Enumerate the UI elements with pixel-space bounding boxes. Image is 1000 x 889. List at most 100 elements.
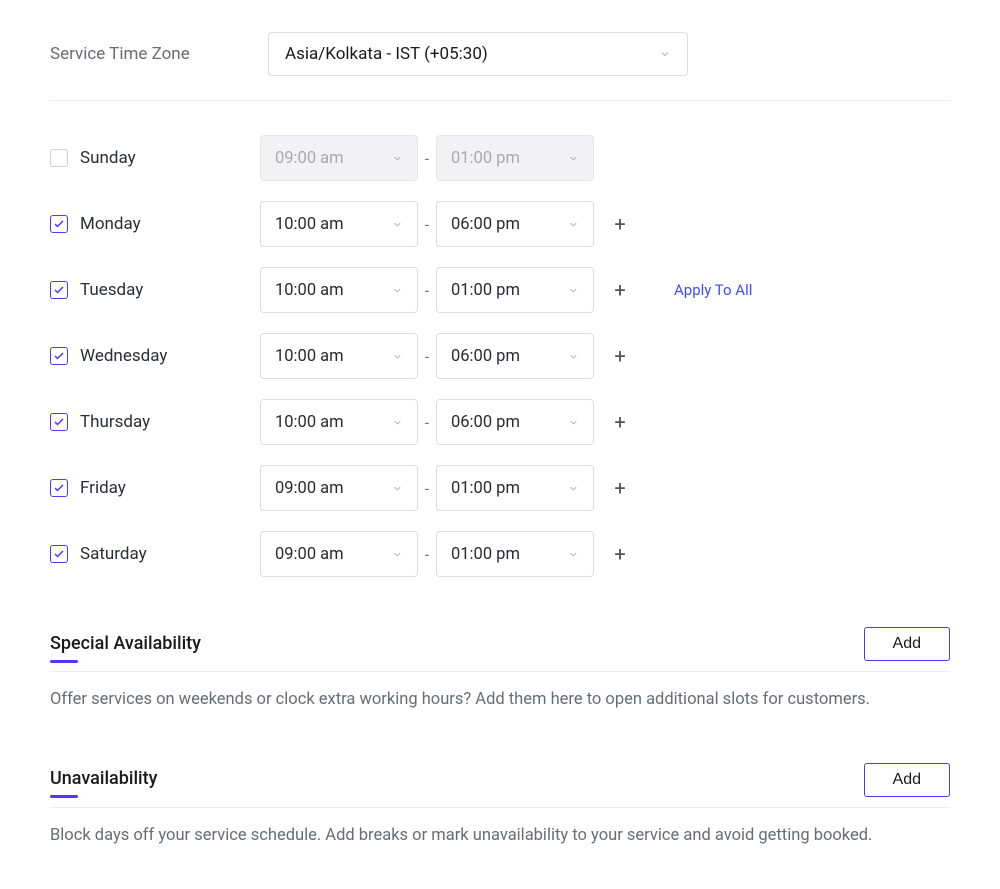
- timezone-label: Service Time Zone: [50, 44, 260, 64]
- end-time-select[interactable]: 06:00 pm: [436, 201, 594, 247]
- unavailability-title: Unavailability: [50, 768, 157, 797]
- day-row: Wednesday 10:00 am -06:00 pm +: [50, 333, 950, 379]
- time-value: 01:00 pm: [451, 545, 520, 564]
- start-time-select[interactable]: 10:00 am: [260, 333, 418, 379]
- chevron-down-icon: [568, 483, 579, 494]
- day-name: Sunday: [80, 148, 136, 168]
- day-left: Friday: [50, 478, 260, 498]
- day-row: Monday 10:00 am -06:00 pm +: [50, 201, 950, 247]
- timezone-value: Asia/Kolkata - IST (+05:30): [285, 44, 488, 64]
- special-availability-desc: Offer services on weekends or clock extr…: [50, 688, 950, 713]
- start-time-select[interactable]: 10:00 am: [260, 399, 418, 445]
- time-separator: -: [418, 281, 436, 300]
- chevron-down-icon: [568, 285, 579, 296]
- time-value: 10:00 am: [275, 413, 344, 432]
- end-time-select[interactable]: 01:00 pm: [436, 267, 594, 313]
- day-row: Friday 09:00 am -01:00 pm +: [50, 465, 950, 511]
- day-left: Saturday: [50, 544, 260, 564]
- day-row: Tuesday 10:00 am -01:00 pm + Apply To All: [50, 267, 950, 313]
- time-separator: -: [418, 413, 436, 432]
- section-header: Special Availability Add: [50, 627, 950, 672]
- end-time-select[interactable]: 06:00 pm: [436, 399, 594, 445]
- day-row: Thursday 10:00 am -06:00 pm +: [50, 399, 950, 445]
- chevron-down-icon: [392, 483, 403, 494]
- time-separator: -: [418, 479, 436, 498]
- apply-to-all-link[interactable]: Apply To All: [674, 281, 752, 299]
- day-name: Friday: [80, 478, 126, 498]
- start-time-select: 09:00 am: [260, 135, 418, 181]
- day-enabled-checkbox[interactable]: [50, 215, 68, 233]
- end-time-select: 01:00 pm: [436, 135, 594, 181]
- day-name: Thursday: [80, 412, 150, 432]
- day-enabled-checkbox[interactable]: [50, 479, 68, 497]
- day-enabled-checkbox[interactable]: [50, 281, 68, 299]
- day-name: Saturday: [80, 544, 147, 564]
- add-special-availability-button[interactable]: Add: [864, 627, 950, 661]
- weekly-hours-list: Sunday09:00 am-01:00 pmMonday10:00 am-06…: [50, 101, 950, 577]
- end-time-select[interactable]: 06:00 pm: [436, 333, 594, 379]
- start-time-select[interactable]: 09:00 am: [260, 465, 418, 511]
- add-time-slot-button[interactable]: +: [606, 410, 634, 434]
- add-time-slot-button[interactable]: +: [606, 344, 634, 368]
- unavailability-section: Unavailability Add Block days off your s…: [50, 763, 950, 849]
- time-separator: -: [418, 215, 436, 234]
- time-value: 06:00 pm: [451, 413, 520, 432]
- chevron-down-icon: [568, 219, 579, 230]
- special-availability-section: Special Availability Add Offer services …: [50, 627, 950, 713]
- add-time-slot-button[interactable]: +: [606, 476, 634, 500]
- time-value: 09:00 am: [275, 545, 344, 564]
- chevron-down-icon: [568, 549, 579, 560]
- time-value: 01:00 pm: [451, 479, 520, 498]
- day-enabled-checkbox[interactable]: [50, 413, 68, 431]
- end-time-select[interactable]: 01:00 pm: [436, 465, 594, 511]
- time-value: 09:00 am: [275, 149, 344, 168]
- add-time-slot-button[interactable]: +: [606, 212, 634, 236]
- time-value: 09:00 am: [275, 479, 344, 498]
- time-value: 01:00 pm: [451, 149, 520, 168]
- start-time-select[interactable]: 10:00 am: [260, 267, 418, 313]
- day-enabled-checkbox[interactable]: [50, 149, 68, 167]
- day-left: Tuesday: [50, 280, 260, 300]
- time-value: 10:00 am: [275, 347, 344, 366]
- chevron-down-icon: [392, 351, 403, 362]
- time-value: 10:00 am: [275, 215, 344, 234]
- chevron-down-icon: [392, 285, 403, 296]
- chevron-down-icon: [568, 153, 579, 164]
- day-left: Wednesday: [50, 346, 260, 366]
- chevron-down-icon: [392, 219, 403, 230]
- chevron-down-icon: [392, 417, 403, 428]
- day-enabled-checkbox[interactable]: [50, 545, 68, 563]
- chevron-down-icon: [392, 549, 403, 560]
- chevron-down-icon: [568, 417, 579, 428]
- add-time-slot-button[interactable]: +: [606, 542, 634, 566]
- special-availability-title: Special Availability: [50, 633, 201, 662]
- day-name: Tuesday: [80, 280, 143, 300]
- time-value: 06:00 pm: [451, 347, 520, 366]
- end-time-select[interactable]: 01:00 pm: [436, 531, 594, 577]
- time-value: 06:00 pm: [451, 215, 520, 234]
- day-left: Thursday: [50, 412, 260, 432]
- start-time-select[interactable]: 09:00 am: [260, 531, 418, 577]
- time-value: 01:00 pm: [451, 281, 520, 300]
- day-row: Saturday 09:00 am -01:00 pm +: [50, 531, 950, 577]
- time-value: 10:00 am: [275, 281, 344, 300]
- unavailability-desc: Block days off your service schedule. Ad…: [50, 824, 950, 849]
- day-enabled-checkbox[interactable]: [50, 347, 68, 365]
- section-header: Unavailability Add: [50, 763, 950, 808]
- time-separator: -: [418, 347, 436, 366]
- timezone-select[interactable]: Asia/Kolkata - IST (+05:30): [268, 32, 688, 76]
- time-separator: -: [418, 149, 436, 168]
- chevron-down-icon: [659, 48, 671, 60]
- start-time-select[interactable]: 10:00 am: [260, 201, 418, 247]
- time-separator: -: [418, 545, 436, 564]
- day-left: Sunday: [50, 148, 260, 168]
- day-left: Monday: [50, 214, 260, 234]
- day-name: Wednesday: [80, 346, 167, 366]
- chevron-down-icon: [568, 351, 579, 362]
- day-row: Sunday 09:00 am -01:00 pm: [50, 135, 950, 181]
- day-name: Monday: [80, 214, 141, 234]
- chevron-down-icon: [392, 153, 403, 164]
- timezone-row: Service Time Zone Asia/Kolkata - IST (+0…: [50, 20, 950, 101]
- add-unavailability-button[interactable]: Add: [864, 763, 950, 797]
- add-time-slot-button[interactable]: +: [606, 278, 634, 302]
